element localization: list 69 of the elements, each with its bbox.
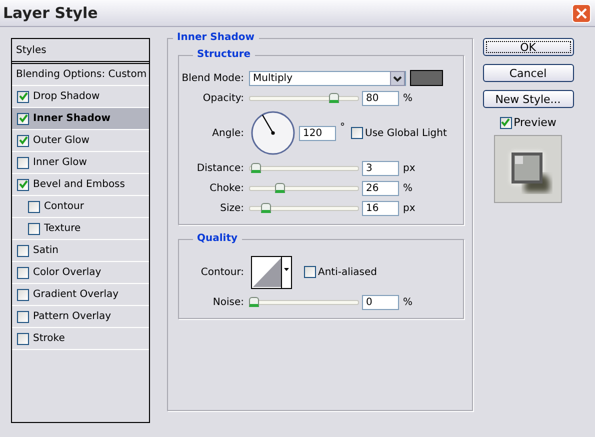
angle-dial[interactable]	[251, 111, 295, 155]
field-label: Angle:	[211, 128, 245, 138]
field-label: Opacity:	[202, 92, 245, 104]
input-field[interactable]: 0	[362, 294, 399, 310]
list-item[interactable]: Texture	[12, 218, 149, 240]
list-item[interactable]: Contour	[12, 196, 149, 218]
input-field[interactable]: 120	[299, 126, 336, 140]
unit-label: %	[403, 296, 413, 308]
list-item[interactable]: Satin	[12, 240, 149, 262]
blend-mode-dropdown[interactable]: Multiply	[249, 70, 406, 86]
list-item[interactable]: Inner Glow	[12, 152, 149, 174]
checkbox[interactable]	[17, 134, 29, 146]
color-swatch[interactable]	[410, 70, 443, 86]
checkbox-label: Preview	[514, 116, 556, 129]
checkbox[interactable]	[17, 90, 29, 102]
checkbox[interactable]	[28, 200, 40, 212]
checkbox-label: Use Global Light	[365, 128, 447, 138]
slider[interactable]	[249, 92, 359, 104]
checkbox[interactable]	[304, 266, 316, 278]
checkbox[interactable]	[17, 332, 29, 344]
checkbox[interactable]	[17, 310, 29, 322]
checkbox[interactable]	[28, 222, 40, 234]
unit-label: px	[403, 202, 416, 214]
close-icon[interactable]	[572, 4, 591, 22]
list-item[interactable]: Blending Options: Custom	[12, 64, 149, 86]
slider[interactable]	[249, 296, 359, 308]
checkbox[interactable]	[17, 178, 29, 190]
field-label: Size:	[219, 202, 245, 214]
unit-label: %	[403, 182, 413, 194]
input-field[interactable]: 16	[362, 200, 399, 216]
field-label: Distance:	[196, 162, 245, 174]
list-item[interactable]: Bevel and Emboss	[12, 174, 149, 196]
unit-label: °	[340, 122, 345, 133]
input-field[interactable]: 3	[362, 160, 399, 176]
field-label: Contour:	[200, 266, 245, 278]
slider[interactable]	[249, 202, 359, 214]
unit-label: px	[403, 162, 416, 174]
section-title: Inner Shadow	[173, 32, 258, 43]
field-label: Choke:	[208, 182, 245, 194]
button[interactable]: New Style...	[482, 90, 574, 108]
field-label: Noise:	[212, 296, 245, 308]
checkbox[interactable]	[17, 266, 29, 278]
list-item[interactable]: Pattern Overlay	[12, 306, 149, 328]
section-title: Structure	[193, 49, 255, 60]
list-item[interactable]: Color Overlay	[12, 262, 149, 284]
field-label: Blend Mode:	[180, 72, 245, 84]
checkbox[interactable]	[17, 244, 29, 256]
slider[interactable]	[249, 182, 359, 194]
list-header: Styles	[12, 39, 149, 64]
checkbox[interactable]	[17, 112, 29, 124]
list-item[interactable]: Stroke	[12, 328, 149, 350]
unit-label: %	[403, 92, 413, 104]
checkbox-label: Anti-aliased	[318, 266, 378, 278]
input-field[interactable]: 80	[362, 90, 399, 106]
section-title: Quality	[193, 233, 242, 244]
input-field[interactable]: 26	[362, 180, 399, 196]
checkbox[interactable]	[17, 156, 29, 168]
button[interactable]: Cancel	[482, 64, 574, 82]
contour-picker[interactable]	[251, 256, 292, 288]
list-item[interactable]: Outer Glow	[12, 130, 149, 152]
checkbox[interactable]	[500, 116, 512, 128]
window-title: Layer Style	[3, 4, 98, 22]
preview-thumbnail	[494, 135, 562, 203]
button[interactable]: OK	[482, 38, 574, 56]
list-item[interactable]: Inner Shadow	[12, 108, 149, 130]
checkbox[interactable]	[351, 127, 363, 139]
list-item[interactable]: Gradient Overlay	[12, 284, 149, 306]
checkbox[interactable]	[17, 288, 29, 300]
slider[interactable]	[249, 162, 359, 174]
